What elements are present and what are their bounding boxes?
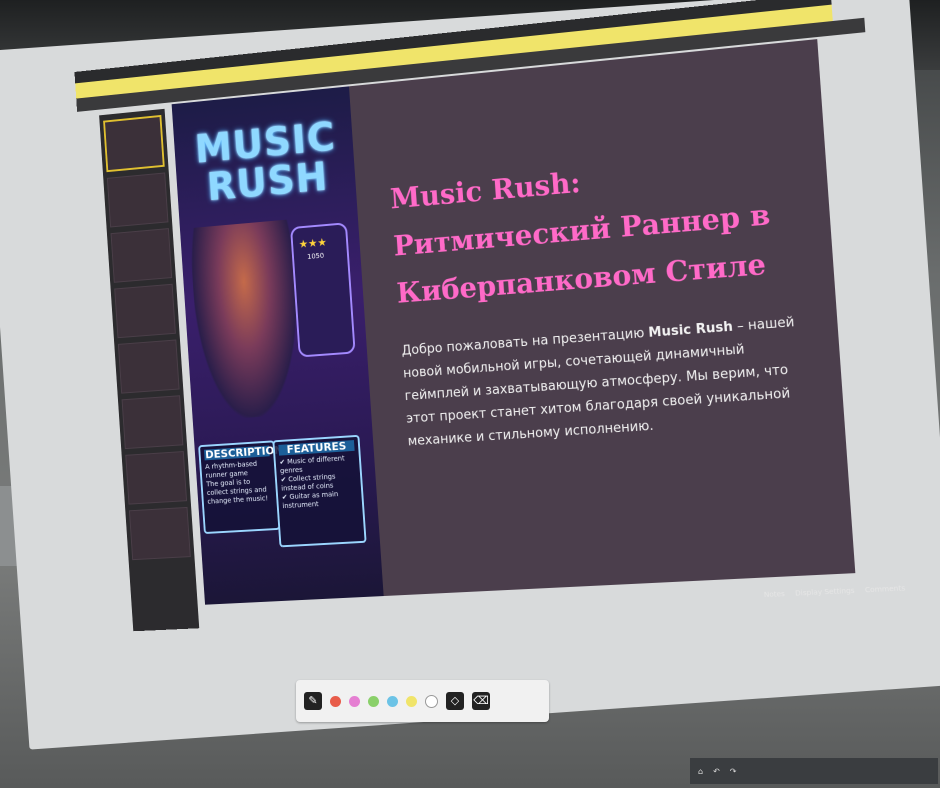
display-settings-button[interactable]: Display Settings [795, 581, 856, 602]
character-illustration [189, 219, 305, 421]
undo-icon[interactable]: ↶ [713, 767, 720, 776]
intro-game-name: Music Rush [647, 319, 734, 341]
color-yellow-swatch[interactable] [406, 695, 417, 707]
game-poster: MUSIC RUSH ★★★ 1050 DESCRIPTION A rhythm… [171, 86, 384, 605]
color-pink-swatch[interactable] [349, 695, 360, 707]
slide-body: Добро пожаловать на презентацию Music Ru… [401, 310, 820, 454]
slide-thumbnail[interactable] [106, 172, 169, 228]
features-title: FEATURES [278, 440, 355, 456]
color-white-swatch[interactable] [425, 694, 438, 708]
color-green-swatch[interactable] [368, 695, 379, 707]
phone-illustration: ★★★ 1050 [290, 222, 356, 358]
features-box: FEATURES ✔ Music of different genres ✔ C… [272, 434, 367, 548]
slide-thumbnail[interactable] [117, 339, 180, 394]
feature-item: ✔ Guitar as main instrument [281, 490, 339, 511]
home-icon[interactable]: ⌂ [698, 767, 703, 776]
slide-thumbnail[interactable] [110, 228, 173, 283]
current-slide[interactable]: MUSIC RUSH ★★★ 1050 DESCRIPTION A rhythm… [171, 39, 856, 605]
slide-heading: Music Rush: Ритмический Раннер в Киберпа… [389, 165, 772, 310]
slide-thumbnail[interactable] [114, 283, 176, 339]
slide-thumbnail[interactable] [121, 395, 184, 450]
notes-button[interactable]: Notes [763, 585, 786, 604]
trash-icon[interactable]: ⌫ [472, 692, 490, 710]
phone-score: 1050 [306, 251, 325, 261]
slide-thumbnail[interactable] [125, 451, 188, 505]
color-blue-swatch[interactable] [387, 695, 398, 707]
slide-thumbnail[interactable] [128, 506, 191, 561]
slide-thumbnail[interactable] [103, 114, 165, 173]
description-title: DESCRIPTION [203, 443, 284, 462]
star-rating-icon: ★★★ [298, 235, 328, 251]
system-tray[interactable]: ⌂ ↶ ↷ [690, 758, 938, 784]
redo-icon[interactable]: ↷ [730, 767, 737, 776]
description-line: The goal is to collect strings and chang… [206, 477, 269, 506]
music-rush-logo: MUSIC RUSH [194, 114, 339, 211]
comments-button[interactable]: Comments [864, 579, 906, 599]
projected-app: MUSIC RUSH ★★★ 1050 DESCRIPTION A rhythm… [74, 0, 906, 730]
color-red-swatch[interactable] [330, 695, 341, 707]
pen-icon[interactable]: ✎ [304, 692, 322, 710]
description-box: DESCRIPTION A rhythm-based runner game T… [198, 440, 284, 535]
annotation-toolbar[interactable]: ✎ ◇ ⌫ [296, 680, 549, 722]
eraser-icon[interactable]: ◇ [446, 692, 464, 710]
logo-line-2: RUSH [205, 154, 330, 211]
